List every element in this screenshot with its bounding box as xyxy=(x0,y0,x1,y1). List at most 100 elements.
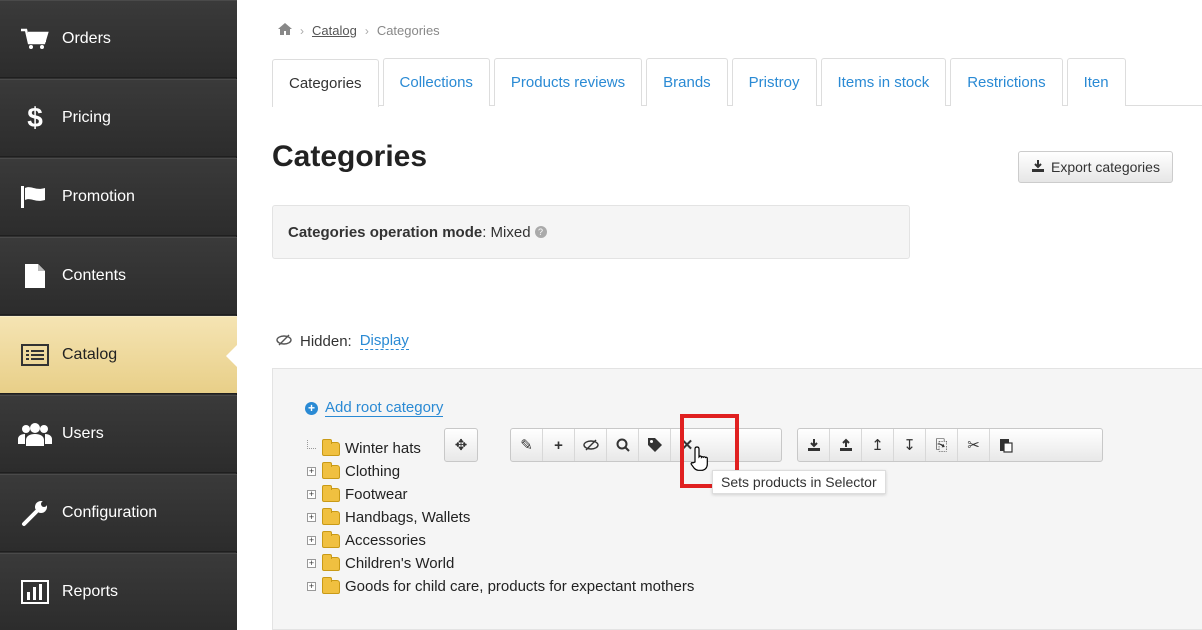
folder-icon xyxy=(322,438,340,456)
page-title: Categories xyxy=(272,140,428,173)
tab-products-reviews[interactable]: Products reviews xyxy=(493,58,643,106)
tab-brands[interactable]: Brands xyxy=(646,58,728,106)
sidebar-item-users[interactable]: Users xyxy=(0,395,237,473)
tree-node-label[interactable]: Accessories xyxy=(345,532,426,549)
tree-node-label[interactable]: Clothing xyxy=(345,463,400,480)
tree-node[interactable]: + Accessories xyxy=(307,529,694,552)
search-icon[interactable] xyxy=(607,429,639,461)
sidebar-item-promotion[interactable]: Promotion xyxy=(0,158,237,236)
main-content: › Catalog › Categories Categories Collec… xyxy=(238,0,1202,630)
expand-icon[interactable]: + xyxy=(307,513,316,522)
export-label: Export categories xyxy=(1051,159,1160,175)
sidebar-item-pricing[interactable]: $ Pricing xyxy=(0,79,237,157)
expand-icon[interactable]: + xyxy=(307,467,316,476)
operation-mode-box: Categories operation mode : Mixed ? xyxy=(272,205,910,259)
paste-icon[interactable] xyxy=(990,429,1022,461)
tab-categories[interactable]: Categories xyxy=(272,59,379,107)
plus-circle-icon: + xyxy=(305,401,318,415)
add-root-category-link[interactable]: + Add root category xyxy=(305,399,444,417)
breadcrumb-separator: › xyxy=(300,23,304,38)
transfer-toolbar: ↥ ↧ ⎘ ✂ xyxy=(797,428,1103,462)
add-root-label: Add root category xyxy=(325,399,444,417)
cut-icon[interactable]: ✂ xyxy=(958,429,990,461)
users-icon xyxy=(12,422,58,446)
expand-icon[interactable]: + xyxy=(307,582,316,591)
tree-node-label[interactable]: Children's World xyxy=(345,555,454,572)
breadcrumb-current: Categories xyxy=(376,23,440,38)
flag-icon xyxy=(12,185,58,209)
sidebar-item-orders[interactable]: Orders xyxy=(0,0,237,78)
hide-icon[interactable] xyxy=(575,429,607,461)
tree-node-label[interactable]: Handbags, Wallets xyxy=(345,509,470,526)
sidebar: Orders $ Pricing Promotion Contents Cata… xyxy=(0,0,238,630)
mode-value: : Mixed xyxy=(482,223,531,241)
tree-node[interactable]: + Goods for child care, products for exp… xyxy=(307,575,694,598)
hand-cursor-icon xyxy=(690,445,712,474)
list-icon xyxy=(12,344,58,366)
tab-items-in-stock[interactable]: Items in stock xyxy=(820,58,947,106)
category-tree-panel: + Add root category Winter hats + Clothi… xyxy=(272,368,1202,630)
tree-connector xyxy=(307,440,316,449)
edit-toolbar: ✎ + ✕ xyxy=(510,428,782,462)
expand-icon[interactable]: + xyxy=(307,490,316,499)
tab-items-truncated[interactable]: Iten xyxy=(1066,58,1126,106)
tab-restrictions[interactable]: Restrictions xyxy=(950,58,1063,106)
sidebar-item-label: Contents xyxy=(62,267,127,284)
tab-bar: Categories Collections Products reviews … xyxy=(272,58,1202,107)
breadcrumb-link-catalog[interactable]: Catalog xyxy=(312,23,357,38)
folder-icon xyxy=(322,553,340,571)
tooltip: Sets products in Selector xyxy=(712,470,886,494)
sidebar-item-label: Users xyxy=(62,425,104,442)
copy-icon[interactable]: ⎘ xyxy=(926,429,958,461)
folder-icon xyxy=(322,576,340,594)
sidebar-item-catalog[interactable]: Catalog xyxy=(0,316,238,394)
document-icon xyxy=(12,263,58,289)
tree-node[interactable]: + Children's World xyxy=(307,552,694,575)
move-down-icon[interactable]: ↧ xyxy=(894,429,926,461)
home-icon[interactable] xyxy=(278,23,292,38)
tree-node-label[interactable]: Winter hats xyxy=(345,440,421,457)
sidebar-item-reports[interactable]: Reports xyxy=(0,553,237,630)
tag-icon[interactable] xyxy=(639,429,671,461)
bar-chart-icon xyxy=(12,580,58,604)
download-icon xyxy=(1031,159,1045,176)
tree-node[interactable]: + Clothing xyxy=(307,460,694,483)
hidden-label: Hidden: xyxy=(300,332,352,350)
folder-icon xyxy=(322,484,340,502)
tab-collections[interactable]: Collections xyxy=(382,58,490,106)
display-link[interactable]: Display xyxy=(359,332,409,350)
export-icon[interactable] xyxy=(830,429,862,461)
tree-node[interactable]: + Handbags, Wallets xyxy=(307,506,694,529)
wrench-icon xyxy=(12,499,58,527)
folder-icon xyxy=(322,530,340,548)
export-categories-button[interactable]: Export categories xyxy=(1018,151,1173,183)
folder-icon xyxy=(322,461,340,479)
tab-pristroy[interactable]: Pristroy xyxy=(731,58,817,106)
tree-node-label[interactable]: Goods for child care, products for expec… xyxy=(345,578,694,595)
expand-icon[interactable]: + xyxy=(307,559,316,568)
expand-icon[interactable]: + xyxy=(307,536,316,545)
sidebar-item-contents[interactable]: Contents xyxy=(0,237,237,315)
import-icon[interactable] xyxy=(798,429,830,461)
sidebar-item-label: Promotion xyxy=(62,188,135,205)
sidebar-item-label: Pricing xyxy=(62,109,111,126)
help-icon[interactable]: ? xyxy=(534,226,547,238)
hidden-filter: Hidden: Display xyxy=(276,332,409,350)
breadcrumb: › Catalog › Categories xyxy=(278,23,440,38)
move-toolbar: ✥ xyxy=(444,428,478,462)
sidebar-item-label: Orders xyxy=(62,30,111,47)
sidebar-item-label: Configuration xyxy=(62,504,158,521)
dollar-icon: $ xyxy=(27,102,43,133)
sidebar-item-configuration[interactable]: Configuration xyxy=(0,474,237,552)
move-up-icon[interactable]: ↥ xyxy=(862,429,894,461)
sidebar-item-label: Catalog xyxy=(62,346,118,363)
tree-node-label[interactable]: Footwear xyxy=(345,486,408,503)
sidebar-item-label: Reports xyxy=(62,583,119,600)
mode-label: Categories operation mode xyxy=(288,223,483,241)
cart-icon xyxy=(12,27,58,51)
pencil-icon[interactable]: ✎ xyxy=(511,429,543,461)
plus-icon[interactable]: + xyxy=(543,429,575,461)
move-icon[interactable]: ✥ xyxy=(445,429,477,461)
tree-node[interactable]: + Footwear xyxy=(307,483,694,506)
folder-icon xyxy=(322,507,340,525)
